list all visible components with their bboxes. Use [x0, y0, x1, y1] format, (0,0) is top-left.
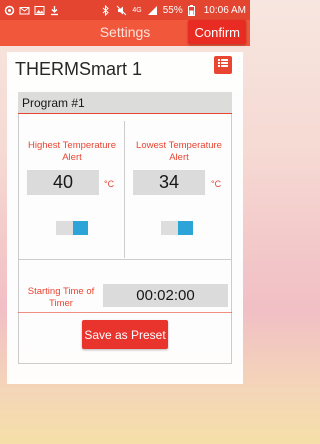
- section-divider: [18, 259, 232, 260]
- program-list-button[interactable]: [214, 56, 232, 74]
- battery-icon: [187, 4, 199, 16]
- status-bar: 4G 55% 10:06 AM: [0, 0, 250, 20]
- lowest-alert-label: Lowest Temperature Alert: [126, 140, 232, 164]
- program-selector[interactable]: Program #1: [18, 92, 232, 114]
- lowest-alert-label-line1: Lowest Temperature: [136, 140, 222, 151]
- bluetooth-icon: [100, 4, 111, 16]
- app-bar: Settings Confirm: [0, 20, 250, 46]
- highest-alert-label: Highest Temperature Alert: [19, 140, 125, 164]
- network-label: 4G: [132, 6, 142, 14]
- notification-icons: [4, 5, 60, 16]
- image-icon: [34, 5, 45, 16]
- lowest-temp-unit: °C: [211, 179, 222, 189]
- signal-icon: [147, 5, 158, 16]
- system-icons: 4G 55% 10:06 AM: [100, 4, 246, 16]
- clock: 10:06 AM: [203, 4, 246, 16]
- timer-label-line2: Timer: [49, 298, 73, 309]
- lowest-alert-toggle[interactable]: [161, 221, 193, 235]
- download-icon: [49, 5, 60, 16]
- preset-divider: [18, 312, 232, 313]
- toggle-knob: [178, 221, 193, 235]
- mute-icon: [116, 5, 127, 16]
- lowest-temp-input[interactable]: 34: [133, 170, 205, 195]
- device-name: THERMSmart 1: [15, 59, 143, 79]
- email-icon: [19, 5, 30, 16]
- confirm-button[interactable]: Confirm: [188, 20, 246, 44]
- highest-temp-input[interactable]: 40: [27, 170, 99, 195]
- battery-percent: 55%: [162, 4, 183, 16]
- list-icon: [217, 56, 229, 74]
- save-preset-button[interactable]: Save as Preset: [82, 320, 168, 349]
- program-label: Program #1: [22, 96, 85, 110]
- timer-label-line1: Starting Time of: [27, 286, 95, 297]
- settings-icon: [4, 5, 15, 16]
- toggle-knob: [73, 221, 88, 235]
- settings-card: THERMSmart 1 Program #1 Highest Temperat…: [7, 52, 243, 384]
- timer-label: Starting Time of Timer: [21, 286, 101, 310]
- highest-alert-label-line2: Alert: [62, 152, 82, 163]
- highest-alert-toggle[interactable]: [56, 221, 88, 235]
- lowest-alert-label-line2: Alert: [169, 152, 189, 163]
- highest-temp-unit: °C: [104, 179, 115, 189]
- highest-alert-label-line1: Highest Temperature: [27, 140, 116, 151]
- timer-input[interactable]: 00:02:00: [103, 284, 228, 307]
